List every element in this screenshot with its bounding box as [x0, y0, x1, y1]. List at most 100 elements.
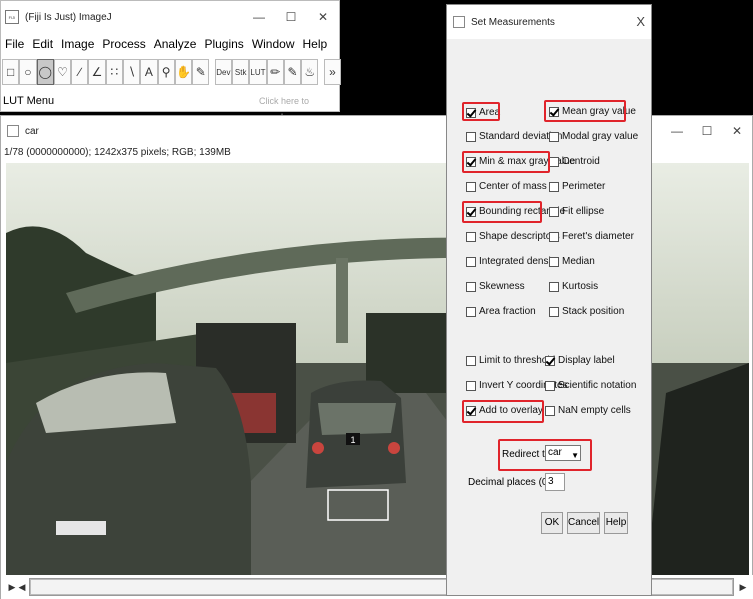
menu-analyze[interactable]: Analyze: [150, 37, 201, 51]
polygon-tool-icon[interactable]: ◯: [36, 59, 54, 85]
menu-edit[interactable]: Edit: [28, 37, 57, 51]
checkbox-perimeter[interactable]: Perimeter: [549, 181, 605, 192]
checkbox-kurtosis[interactable]: Kurtosis: [549, 281, 598, 292]
menu-image[interactable]: Image: [57, 37, 98, 51]
checkbox-label: Integrated density: [479, 256, 559, 267]
magnifier-tool-icon[interactable]: ⚲: [157, 59, 175, 85]
checkbox-standard-deviation[interactable]: Standard deviation: [466, 131, 562, 142]
checkbox-box[interactable]: [466, 256, 476, 267]
highlight-add-to-overlay: [462, 400, 544, 423]
status-text: LUT Menu: [3, 95, 55, 107]
ok-button[interactable]: OK: [541, 512, 563, 534]
checkbox-center-of-mass[interactable]: Center of mass: [466, 181, 547, 192]
highlight-mean-gray-value: [544, 100, 626, 122]
dev-menu-button[interactable]: Dev: [214, 59, 233, 85]
image-window-title: car: [25, 125, 39, 137]
checkbox-fit-ellipse[interactable]: Fit ellipse: [549, 206, 604, 217]
close-icon[interactable]: ✕: [722, 116, 752, 146]
checkbox-box[interactable]: [549, 206, 559, 217]
image-window-controls: — ☐ ✕: [662, 116, 752, 146]
fiji-menubar: File Edit Image Process Analyze Plugins …: [1, 34, 331, 54]
fiji-window-title: (Fiji Is Just) ImageJ: [25, 11, 112, 23]
scroll-right-icon[interactable]: ▶: [736, 579, 750, 595]
search-input[interactable]: Click here to search: [256, 93, 338, 122]
checkbox-area-fraction[interactable]: Area fraction: [466, 306, 536, 317]
checkbox-box[interactable]: [549, 131, 559, 142]
freehand-tool-icon[interactable]: ♡: [53, 59, 72, 85]
checkbox-box[interactable]: [549, 281, 559, 292]
checkbox-display-label[interactable]: Display label: [545, 355, 615, 366]
checkbox-modal-gray-value[interactable]: Modal gray value: [549, 131, 638, 142]
more-tools-button[interactable]: »: [323, 59, 342, 85]
flood-fill-tool-icon[interactable]: ♨: [301, 59, 319, 85]
checkbox-box[interactable]: [549, 231, 559, 242]
checkbox-skewness[interactable]: Skewness: [466, 281, 525, 292]
checkbox-label: Area fraction: [479, 306, 536, 317]
set-measurements-dialog: Set Measurements X Area Mean gray value …: [446, 4, 652, 596]
wand-tool-icon[interactable]: ∖: [122, 59, 141, 85]
menu-file[interactable]: File: [1, 37, 28, 51]
color-picker-tool-icon[interactable]: ✎: [192, 59, 210, 85]
text-tool-icon[interactable]: A: [140, 59, 158, 85]
menu-plugins[interactable]: Plugins: [200, 37, 247, 51]
checkbox-box[interactable]: [545, 405, 555, 416]
maximize-icon[interactable]: ☐: [275, 1, 307, 33]
stk-menu-button[interactable]: Stk: [232, 59, 250, 85]
checkbox-label: Centroid: [562, 156, 600, 167]
checkbox-label: Feret's diameter: [562, 231, 634, 242]
checkbox-label: Modal gray value: [562, 131, 639, 142]
highlight-min-max-gray-value: [462, 151, 550, 173]
checkbox-box[interactable]: [549, 181, 559, 192]
checkbox-scientific-notation[interactable]: Scientific notation: [545, 380, 636, 391]
close-icon[interactable]: ✕: [307, 1, 339, 33]
checkbox-box[interactable]: [549, 156, 559, 167]
minimize-icon[interactable]: —: [662, 116, 692, 146]
checkbox-box[interactable]: [466, 131, 476, 142]
checkbox-median[interactable]: Median: [549, 256, 595, 267]
help-button[interactable]: Help: [604, 512, 628, 534]
checkbox-label: Limit to threshold: [479, 355, 556, 366]
cancel-button[interactable]: Cancel: [567, 512, 600, 534]
menu-window[interactable]: Window: [248, 37, 299, 51]
minimize-icon[interactable]: —: [243, 1, 275, 33]
menu-process[interactable]: Process: [98, 37, 149, 51]
lut-menu-button[interactable]: LUT: [249, 59, 267, 85]
checkbox-box[interactable]: [466, 355, 476, 366]
maximize-icon[interactable]: ☐: [692, 116, 722, 146]
pencil-tool-icon[interactable]: ✏: [266, 59, 284, 85]
checkbox-label: Shape descriptors: [479, 231, 560, 242]
dialog-title: Set Measurements: [471, 16, 555, 28]
checkbox-box[interactable]: [545, 355, 555, 366]
rectangle-tool-icon[interactable]: □: [2, 59, 20, 85]
brush-tool-icon[interactable]: ✎: [283, 59, 302, 85]
close-icon[interactable]: X: [636, 14, 645, 29]
scroll-left-icon[interactable]: ◀: [15, 579, 29, 595]
checkbox-integrated-density[interactable]: Integrated density: [466, 256, 559, 267]
menu-help[interactable]: Help: [299, 37, 332, 51]
checkbox-box[interactable]: [549, 256, 559, 267]
checkbox-label: Stack position: [562, 306, 625, 317]
checkbox-ferets-diameter[interactable]: Feret's diameter: [549, 231, 634, 242]
angle-tool-icon[interactable]: ∠: [88, 59, 106, 85]
checkbox-box[interactable]: [466, 231, 476, 242]
line-tool-icon[interactable]: ∕: [71, 59, 89, 85]
checkbox-box[interactable]: [466, 380, 476, 391]
checkbox-box[interactable]: [549, 306, 559, 317]
checkbox-label: Scientific notation: [558, 380, 637, 391]
oval-tool-icon[interactable]: ○: [19, 59, 37, 85]
checkbox-limit-to-threshold[interactable]: Limit to threshold: [466, 355, 555, 366]
checkbox-label: Fit ellipse: [562, 206, 605, 217]
checkbox-box[interactable]: [466, 181, 476, 192]
checkbox-box[interactable]: [545, 380, 555, 391]
image-info: 1/78 (0000000000); 1242x375 pixels; RGB;…: [4, 147, 231, 158]
checkbox-label: Median: [562, 256, 595, 267]
decimal-places-input[interactable]: 3: [545, 473, 565, 491]
checkbox-shape-descriptors[interactable]: Shape descriptors: [466, 231, 560, 242]
multipoint-tool-icon[interactable]: ∷: [105, 59, 123, 85]
checkbox-box[interactable]: [466, 281, 476, 292]
checkbox-box[interactable]: [466, 306, 476, 317]
checkbox-nan-empty-cells[interactable]: NaN empty cells: [545, 405, 631, 416]
hand-tool-icon[interactable]: ✋: [174, 59, 193, 85]
checkbox-stack-position[interactable]: Stack position: [549, 306, 624, 317]
checkbox-centroid[interactable]: Centroid: [549, 156, 600, 167]
